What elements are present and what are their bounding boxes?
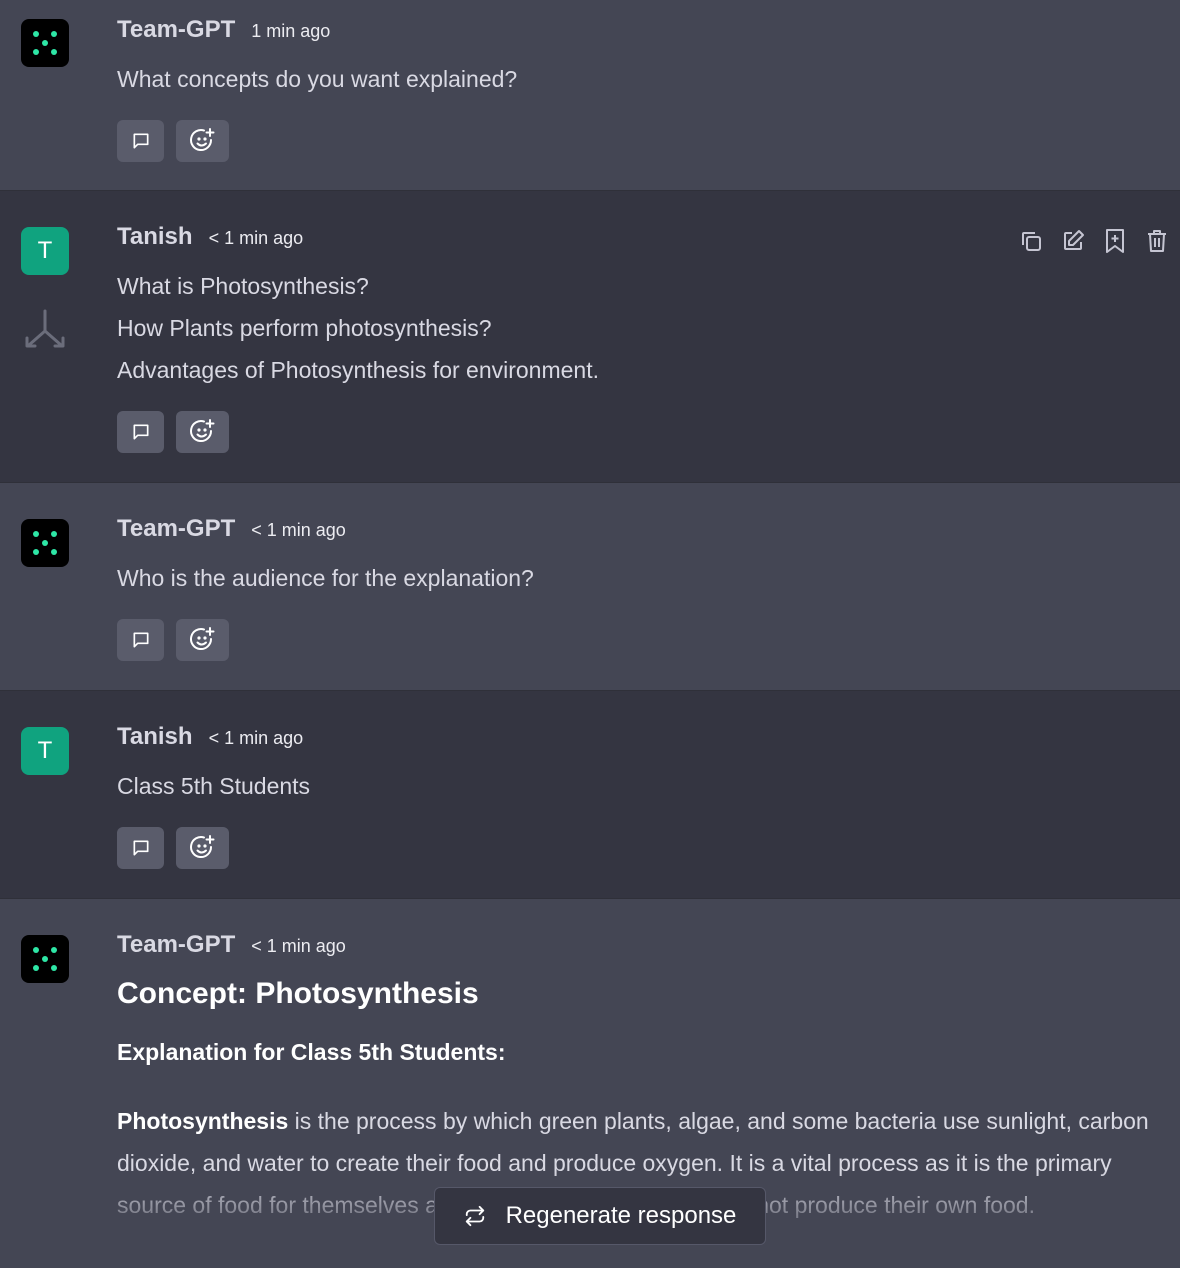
message-text-line: How Plants perform photosynthesis? (117, 315, 492, 341)
message-text: What concepts do you want explained? (117, 66, 518, 92)
regenerate-icon (465, 1205, 484, 1227)
bold-term: Photosynthesis (117, 1108, 289, 1134)
comment-button[interactable] (117, 619, 164, 661)
add-reaction-button[interactable] (176, 827, 229, 869)
add-reaction-icon (189, 835, 214, 859)
comment-button[interactable] (117, 827, 164, 869)
timestamp: < 1 min ago (208, 728, 304, 748)
add-reaction-button[interactable] (176, 411, 229, 453)
add-reaction-icon (189, 627, 214, 651)
sender-name: Team-GPT (117, 931, 236, 958)
timestamp: < 1 min ago (251, 520, 346, 540)
timestamp: < 1 min ago (251, 936, 346, 956)
team-gpt-avatar (21, 19, 69, 67)
message-text: Class 5th Students (117, 773, 311, 799)
comment-icon (133, 840, 148, 856)
team-gpt-avatar (21, 935, 69, 983)
user-avatar: T (21, 227, 69, 275)
comment-button[interactable] (117, 411, 164, 453)
add-reaction-icon (189, 419, 214, 443)
team-gpt-avatar (21, 519, 69, 567)
timestamp: < 1 min ago (208, 228, 304, 248)
message-text-line: Advantages of Photosynthesis for environ… (117, 357, 600, 383)
response-heading: Concept: Photosynthesis (117, 977, 479, 1010)
comment-button[interactable] (117, 120, 164, 162)
sender-name: Tanish (117, 223, 193, 250)
comment-icon (133, 632, 148, 648)
message-team-gpt: Team-GPT 1 min ago What concepts do you … (0, 0, 1180, 191)
regenerate-response-button[interactable]: Regenerate response (434, 1187, 766, 1245)
message-tanish: T Tanish < 1 min ago Class 5th Students (0, 691, 1180, 899)
sender-name: Team-GPT (117, 515, 236, 542)
sender-name: Tanish (117, 723, 193, 750)
add-reaction-button[interactable] (176, 120, 229, 162)
add-reaction-icon (189, 128, 214, 152)
message-tanish: T Tanish < 1 min ago What is Photosynthe… (0, 191, 1180, 483)
add-reaction-button[interactable] (176, 619, 229, 661)
regenerate-label: Regenerate response (505, 1202, 737, 1229)
message-team-gpt: Team-GPT < 1 min ago Who is the audience… (0, 483, 1180, 691)
sender-name: Team-GPT (117, 16, 236, 43)
comment-icon (133, 424, 148, 440)
timestamp: 1 min ago (251, 21, 331, 41)
message-text: Who is the audience for the explanation? (117, 565, 534, 591)
comment-icon (133, 133, 148, 149)
branch-icon[interactable] (24, 307, 66, 351)
message-text-line: What is Photosynthesis? (117, 273, 369, 299)
user-avatar: T (21, 727, 69, 775)
response-subheading: Explanation for Class 5th Students: (117, 1039, 506, 1065)
